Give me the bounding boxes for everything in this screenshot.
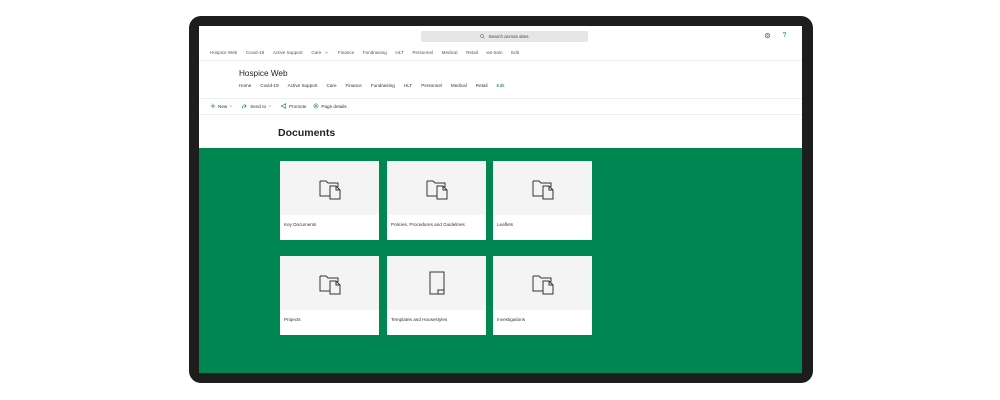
plus-icon: [210, 103, 216, 109]
site-nav-item[interactable]: Care: [327, 83, 337, 88]
hub-nav-item[interactable]: Covid-19: [246, 50, 264, 55]
site-nav-item[interactable]: HLT: [404, 83, 412, 88]
site-nav-edit[interactable]: Edit: [497, 83, 505, 88]
site-nav-item[interactable]: Finance: [346, 83, 362, 88]
folder-icon: [319, 275, 340, 295]
suite-bar: Search across sites ?: [199, 26, 802, 45]
tile-label: Investigations: [497, 317, 526, 322]
divider: [199, 60, 802, 61]
chevron-down-icon: [229, 105, 233, 107]
site-nav-item[interactable]: Covid-19: [260, 83, 278, 88]
command-bar: New Send to Promote Page details: [210, 102, 354, 110]
gear-icon: [314, 103, 319, 109]
hub-nav-item[interactable]: Care: [311, 50, 329, 55]
tile-label: Projects: [284, 317, 301, 322]
promote-label: Promote: [289, 103, 307, 109]
new-button[interactable]: New: [210, 103, 235, 109]
divider: [199, 114, 802, 115]
hub-nav-item[interactable]: ws-train: [486, 50, 502, 55]
hub-nav-item[interactable]: Fundraising: [363, 50, 387, 55]
tile-projects[interactable]: Projects: [280, 256, 379, 335]
search-box[interactable]: Search across sites: [421, 31, 588, 42]
site-nav-item[interactable]: Fundraising: [371, 83, 395, 88]
tile-label: Key Documents: [284, 222, 317, 227]
tile-key-documents[interactable]: Key Documents: [280, 161, 379, 240]
megaphone-icon: [281, 103, 287, 109]
tile-investigations[interactable]: Investigations: [493, 256, 592, 335]
hub-nav-item[interactable]: Medical: [442, 50, 458, 55]
send-to-label: Send to: [250, 103, 267, 109]
divider: [199, 98, 802, 99]
tile-leaflets[interactable]: Leaflets: [493, 161, 592, 240]
hub-nav-item[interactable]: Retail: [466, 50, 478, 55]
folder-icon: [426, 180, 447, 200]
chevron-down-icon: [268, 105, 272, 107]
tile-policies[interactable]: Policies, Procedures and Guidelines: [387, 161, 486, 240]
hub-nav-item[interactable]: Finance: [338, 50, 354, 55]
tile-thumbnail: [280, 256, 379, 310]
hub-navigation: Hospice Web Covid-19 Active Support Care…: [210, 48, 528, 56]
tile-thumbnail: [493, 256, 592, 310]
promote-button[interactable]: Promote: [281, 103, 306, 109]
site-title[interactable]: Hospice Web: [239, 69, 288, 78]
tile-label: Templates and Housestyles: [391, 317, 448, 322]
send-to-button[interactable]: Send to: [242, 103, 274, 109]
folder-icon: [319, 180, 340, 200]
tile-label: Policies, Procedures and Guidelines: [391, 222, 465, 227]
tile-thumbnail: [387, 161, 486, 215]
site-nav-item[interactable]: Home: [239, 83, 251, 88]
browser-screen: Search across sites ? Hospice Web Covid-…: [199, 26, 802, 373]
hub-nav-edit[interactable]: Edit: [511, 50, 519, 55]
chevron-down-icon: [325, 51, 329, 54]
new-label: New: [218, 103, 228, 109]
hub-nav-item[interactable]: Active Support: [273, 50, 303, 55]
site-nav-item[interactable]: Retail: [476, 83, 488, 88]
hub-nav-item[interactable]: HLT: [395, 50, 403, 55]
tile-thumbnail: [493, 161, 592, 215]
search-icon: [480, 34, 486, 39]
site-nav-item[interactable]: Personnel: [421, 83, 442, 88]
tile-label: Leaflets: [497, 222, 514, 227]
hub-nav-item[interactable]: Personnel: [412, 50, 433, 55]
hub-nav-item[interactable]: Hospice Web: [210, 50, 237, 55]
search-placeholder: Search across sites: [488, 34, 529, 39]
share-icon: [242, 103, 247, 109]
site-navigation: Home Covid-19 Active Support Care Financ…: [239, 81, 513, 89]
tile-thumbnail: [280, 161, 379, 215]
site-nav-item[interactable]: Medical: [451, 83, 467, 88]
page-title: Documents: [278, 127, 336, 139]
hub-nav-label: Care: [311, 49, 322, 55]
tile-templates[interactable]: Templates and Housestyles: [387, 256, 486, 335]
page-details-label: Page details: [321, 103, 347, 109]
document-icon: [429, 271, 444, 295]
folder-icon: [532, 180, 553, 200]
tile-thumbnail: [387, 256, 486, 310]
help-icon[interactable]: ?: [781, 32, 788, 39]
site-nav-item[interactable]: Active Support: [288, 83, 318, 88]
page-details-button[interactable]: Page details: [313, 103, 347, 109]
folder-icon: [532, 275, 553, 295]
settings-icon[interactable]: [764, 32, 771, 39]
